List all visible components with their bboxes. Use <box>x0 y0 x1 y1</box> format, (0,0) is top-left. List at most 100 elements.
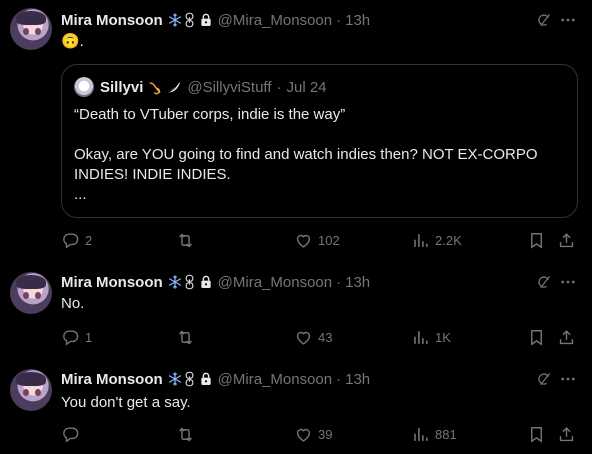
bookmark-button[interactable] <box>527 424 546 444</box>
wing-icon <box>166 79 182 95</box>
reply-count: 2 <box>85 232 93 248</box>
like-button[interactable]: 39 <box>294 424 332 444</box>
like-button[interactable]: 43 <box>294 327 332 347</box>
reply-button[interactable]: 1 <box>61 327 92 347</box>
views-icon <box>411 328 430 347</box>
views-button[interactable]: 881 <box>411 424 457 444</box>
author-badges <box>167 371 214 387</box>
views-count: 2.2K <box>435 232 462 248</box>
avatar[interactable] <box>10 369 52 411</box>
quote-author-name: Sillyvi <box>100 78 144 96</box>
share-button[interactable] <box>557 327 576 347</box>
snowflake-icon <box>167 274 183 290</box>
views-count: 1K <box>435 329 451 345</box>
views-button[interactable]: 2.2K <box>411 230 462 250</box>
grok-icon[interactable] <box>536 371 552 387</box>
views-icon <box>411 425 430 444</box>
reply-button[interactable]: 2 <box>61 230 92 250</box>
more-icon[interactable] <box>559 11 577 29</box>
author-name[interactable]: Mira Monsoon <box>61 371 163 388</box>
like-count: 39 <box>318 426 333 442</box>
bookmark-icon <box>527 425 546 444</box>
like-icon <box>294 231 313 250</box>
tweet[interactable]: Mira Monsoon @Mira_Monsoon · 13h No. 1 4… <box>0 262 592 359</box>
chain-icon <box>184 371 195 387</box>
repost-button[interactable] <box>176 424 200 444</box>
chain-icon <box>184 274 195 290</box>
repost-icon <box>176 425 195 444</box>
like-count: 43 <box>318 329 333 345</box>
quote-date: Jul 24 <box>286 78 327 96</box>
avatar[interactable] <box>10 272 52 314</box>
action-bar: 2 102 2.2K <box>61 230 581 250</box>
quote-avatar <box>74 77 94 97</box>
quote-line: ... <box>74 186 87 203</box>
share-icon <box>557 231 576 250</box>
lock-icon <box>198 12 214 28</box>
repost-icon <box>176 328 195 347</box>
like-count: 102 <box>318 232 340 248</box>
repost-icon <box>176 231 195 250</box>
quote-header: Sillyvi @SillyviStuff · Jul 24 <box>74 77 327 97</box>
bookmark-icon <box>527 328 546 347</box>
timestamp[interactable]: 13h <box>345 12 370 29</box>
author-badges <box>167 12 214 28</box>
author-handle[interactable]: @Mira_Monsoon <box>218 274 332 291</box>
horn-icon <box>147 79 163 95</box>
views-icon <box>411 231 430 250</box>
separator: · <box>336 370 342 388</box>
quoted-tweet[interactable]: Sillyvi @SillyviStuff · Jul 24 “Death to… <box>61 64 578 218</box>
snowflake-icon <box>167 371 183 387</box>
chain-icon <box>184 12 195 28</box>
author-handle[interactable]: @Mira_Monsoon <box>218 371 332 388</box>
like-icon <box>294 425 313 444</box>
timestamp[interactable]: 13h <box>345 274 370 291</box>
reply-button[interactable] <box>61 424 85 444</box>
lock-icon <box>198 274 214 290</box>
repost-button[interactable] <box>176 230 200 250</box>
views-button[interactable]: 1K <box>411 327 451 347</box>
like-button[interactable]: 102 <box>294 230 340 250</box>
tweet-header: Mira Monsoon @Mira_Monsoon · 13h <box>61 369 370 389</box>
bookmark-button[interactable] <box>527 230 546 250</box>
tweet-text: No. <box>61 295 85 312</box>
reply-count: 1 <box>85 329 93 345</box>
tweet-text: 🙃. <box>61 33 84 50</box>
action-bar: 1 43 1K <box>61 327 581 347</box>
repost-button[interactable] <box>176 327 200 347</box>
author-name[interactable]: Mira Monsoon <box>61 12 163 29</box>
separator: · <box>336 11 342 29</box>
tweet-header: Mira Monsoon @Mira_Monsoon · 13h <box>61 272 370 292</box>
share-icon <box>557 328 576 347</box>
lock-icon <box>198 371 214 387</box>
quote-author-handle: @SillyviStuff <box>187 78 272 96</box>
separator: · <box>336 273 342 291</box>
tweet[interactable]: Mira Monsoon @Mira_Monsoon · 13h 🙃. Sill… <box>0 0 592 262</box>
reply-icon <box>61 231 80 250</box>
bookmark-button[interactable] <box>527 327 546 347</box>
avatar[interactable] <box>10 8 52 50</box>
quote-separator: · <box>276 78 282 96</box>
author-name[interactable]: Mira Monsoon <box>61 274 163 291</box>
tweet-header: Mira Monsoon @Mira_Monsoon · 13h <box>61 10 370 30</box>
share-icon <box>557 425 576 444</box>
snowflake-icon <box>167 12 183 28</box>
grok-icon[interactable] <box>536 274 552 290</box>
quote-line: Okay, are YOU going to find and watch in… <box>74 146 538 163</box>
share-button[interactable] <box>557 424 576 444</box>
timestamp[interactable]: 13h <box>345 371 370 388</box>
more-icon[interactable] <box>559 370 577 388</box>
tweet[interactable]: Mira Monsoon @Mira_Monsoon · 13h You don… <box>0 359 592 454</box>
author-handle[interactable]: @Mira_Monsoon <box>218 12 332 29</box>
reply-icon <box>61 425 80 444</box>
quote-line: INDIES! INDIE INDIES. <box>74 166 231 183</box>
share-button[interactable] <box>557 230 576 250</box>
views-count: 881 <box>435 426 457 442</box>
quote-line: “Death to VTuber corps, indie is the way… <box>74 106 346 123</box>
reply-icon <box>61 328 80 347</box>
more-icon[interactable] <box>559 273 577 291</box>
grok-icon[interactable] <box>536 12 552 28</box>
like-icon <box>294 328 313 347</box>
tweet-text: You don't get a say. <box>61 394 191 411</box>
bookmark-icon <box>527 231 546 250</box>
